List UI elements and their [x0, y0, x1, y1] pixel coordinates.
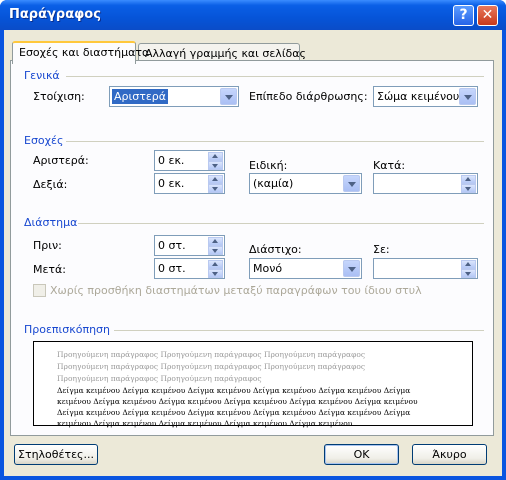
general-section-title: Γενικά: [24, 69, 60, 82]
no-space-same-style-label: Χωρίς προσθήκη διαστημάτων μεταξύ παραγρ…: [50, 284, 422, 297]
outline-level-value: Σώμα κειμένου: [377, 90, 460, 103]
special-indent-select[interactable]: (καμία): [249, 173, 362, 194]
paragraph-dialog: Παράγραφος ? ✕ Εσοχές και διαστήματα Αλλ…: [0, 0, 506, 480]
right-indent-spinner[interactable]: 0 εκ.: [154, 173, 225, 194]
indentation-section-title: Εσοχές: [24, 134, 64, 147]
left-indent-label: Αριστερά:: [33, 154, 89, 167]
preview-sample-line: κειμένου Δείγμα κειμένου Δείγμα κειμένου…: [57, 419, 353, 428]
special-indent-label: Ειδική:: [249, 159, 288, 172]
close-button[interactable]: ✕: [477, 5, 498, 26]
indent-by-spinner[interactable]: [373, 173, 478, 194]
line-spacing-value: Μονό: [253, 262, 283, 275]
paragraph-preview: Προηγούμενη παράγραφος Προηγούμενη παράγ…: [33, 341, 473, 428]
right-indent-value: 0 εκ.: [158, 177, 185, 190]
preview-section-title: Προεπισκόπηση: [24, 323, 110, 336]
spin-down-icon[interactable]: [208, 269, 223, 278]
alignment-label: Στοίχιση:: [33, 90, 85, 103]
space-before-value: 0 στ.: [158, 239, 186, 252]
spin-up-icon[interactable]: [208, 152, 223, 161]
preview-previous-line: Προηγούμενη παράγραφος Προηγούμενη παράγ…: [57, 350, 366, 359]
line-spacing-at-label: Σε:: [373, 243, 390, 256]
space-before-label: Πριν:: [33, 239, 62, 252]
chevron-down-icon[interactable]: [220, 88, 237, 105]
indentation-separator: [66, 141, 484, 142]
line-spacing-at-spinner[interactable]: [373, 258, 478, 279]
alignment-select[interactable]: Αριστερά: [109, 86, 239, 107]
alignment-value: Αριστερά: [112, 89, 169, 104]
spin-down-icon[interactable]: [208, 184, 223, 193]
preview-sample-line: Δείγμα κειμένου Δείγμα κειμένου Δείγμα κ…: [57, 408, 411, 417]
dialog-title: Παράγραφος: [9, 7, 101, 22]
space-before-spinner[interactable]: 0 στ.: [154, 235, 225, 256]
left-indent-spinner[interactable]: 0 εκ.: [154, 150, 225, 171]
chevron-down-icon[interactable]: [343, 175, 360, 192]
line-spacing-select[interactable]: Μονό: [249, 258, 362, 279]
chevron-down-icon[interactable]: [343, 260, 360, 277]
dialog-client-area: Εσοχές και διαστήματα Αλλαγή γραμμής και…: [4, 30, 502, 476]
outline-level-label: Επίπεδο διάρθρωσης:: [249, 90, 368, 103]
tab-indents-and-spacing[interactable]: Εσοχές και διαστήματα: [12, 41, 149, 64]
left-indent-value: 0 εκ.: [158, 154, 185, 167]
preview-previous-line: Προηγούμενη παράγραφος Προηγούμενη παράγ…: [57, 374, 262, 383]
general-separator: [66, 76, 484, 77]
tabs-button[interactable]: Στηλοθέτες...: [14, 444, 98, 465]
special-indent-value: (καμία): [253, 177, 294, 190]
spin-up-icon[interactable]: [208, 175, 223, 184]
spin-up-icon[interactable]: [461, 260, 476, 269]
preview-sample-line: κειμένου Δείγμα κειμένου Δείγμα κειμένου…: [57, 397, 418, 406]
cancel-button[interactable]: Άκυρο: [412, 444, 487, 465]
ok-button[interactable]: OK: [324, 444, 399, 465]
preview-separator: [114, 330, 484, 331]
spin-down-icon[interactable]: [461, 269, 476, 278]
help-button[interactable]: ?: [453, 5, 474, 26]
spacing-separator: [78, 223, 484, 224]
title-bar[interactable]: Παράγραφος ? ✕: [0, 0, 506, 30]
indent-by-label: Κατά:: [373, 159, 406, 172]
no-space-same-style-checkbox[interactable]: [33, 284, 46, 297]
spin-down-icon[interactable]: [208, 246, 223, 255]
space-after-spinner[interactable]: 0 στ.: [154, 258, 225, 279]
spin-up-icon[interactable]: [208, 260, 223, 269]
spin-up-icon[interactable]: [208, 237, 223, 246]
right-indent-label: Δεξιά:: [33, 178, 68, 191]
chevron-down-icon[interactable]: [459, 88, 476, 105]
line-spacing-label: Διάστιχο:: [249, 243, 302, 256]
spacing-section-title: Διάστημα: [24, 216, 78, 229]
space-after-value: 0 στ.: [158, 262, 186, 275]
spin-down-icon[interactable]: [208, 161, 223, 170]
preview-previous-line: Προηγούμενη παράγραφος Προηγούμενη παράγ…: [57, 362, 366, 371]
outline-level-select[interactable]: Σώμα κειμένου: [373, 86, 478, 107]
space-after-label: Μετά:: [33, 263, 67, 276]
spin-up-icon[interactable]: [461, 175, 476, 184]
spin-down-icon[interactable]: [461, 184, 476, 193]
preview-sample-line: Δείγμα κειμένου Δείγμα κειμένου Δείγμα κ…: [57, 386, 411, 395]
